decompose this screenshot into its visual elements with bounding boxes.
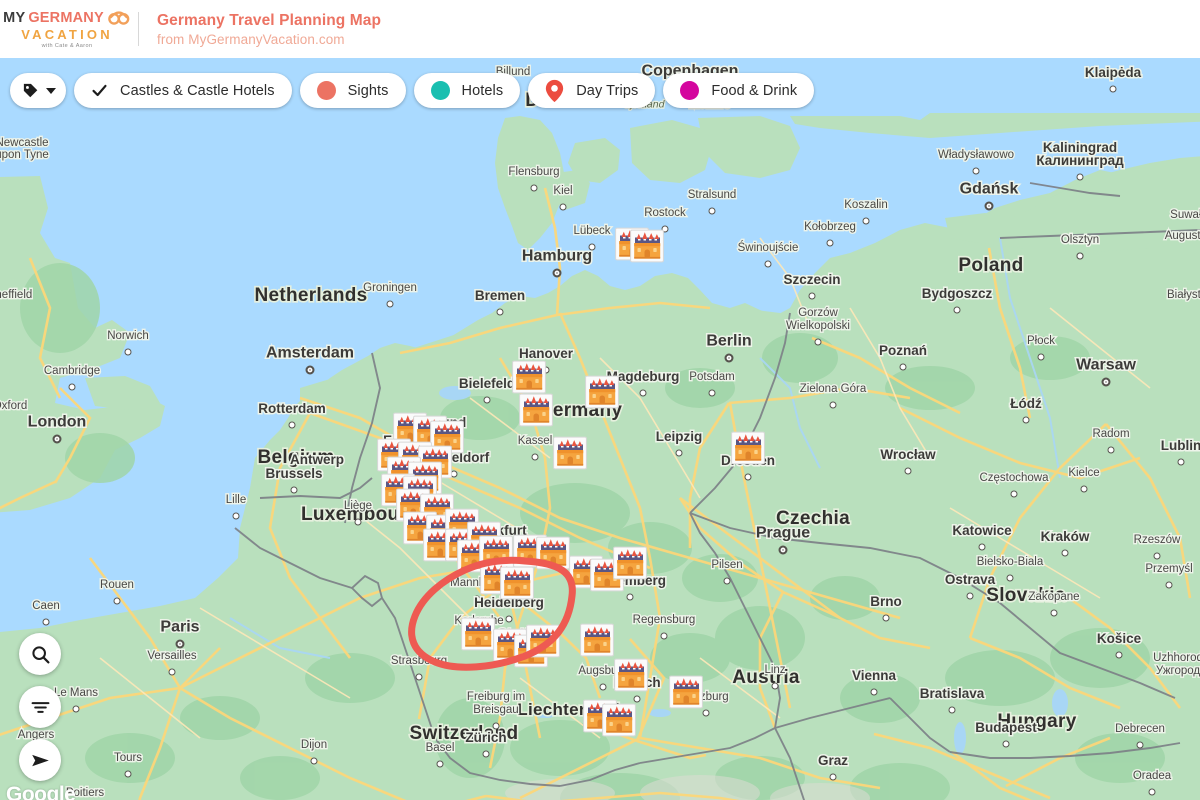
filter-chip-day-trips-label: Day Trips [576, 83, 638, 99]
filter-chip-castles-label: Castles & Castle Hotels [120, 83, 275, 99]
filter-chip-sights-label: Sights [348, 83, 389, 99]
app-header: MY GERMANY VACATION with Cate & Aaron Ge… [0, 0, 1200, 58]
chevron-down-icon [46, 88, 56, 94]
google-attribution: Google [6, 783, 75, 800]
food-drink-color-dot [680, 81, 699, 100]
share-button[interactable] [19, 739, 61, 781]
castle-marker[interactable] [580, 624, 614, 657]
castle-marker[interactable] [461, 618, 495, 651]
filter-chip-day-trips[interactable]: Day Trips [528, 73, 655, 108]
castle-marker[interactable] [585, 376, 619, 409]
site-logo[interactable]: MY GERMANY VACATION with Cate & Aaron [8, 9, 126, 49]
castle-marker[interactable] [613, 547, 647, 580]
sights-color-dot [317, 81, 336, 100]
castle-marker[interactable] [519, 394, 553, 427]
map-controls[interactable] [19, 633, 61, 781]
castle-marker[interactable] [630, 230, 664, 263]
filter-chip-sights[interactable]: Sights [300, 73, 406, 108]
tag-dropdown-button[interactable] [10, 73, 66, 108]
map-basemap [0, 58, 1200, 800]
castle-marker[interactable] [602, 704, 636, 737]
logo-vacation-text: VACATION [21, 27, 113, 42]
logo-subtitle: with Cate & Aaron [42, 43, 93, 49]
castle-marker[interactable] [614, 659, 648, 692]
filter-chip-food-drink-label: Food & Drink [711, 83, 797, 99]
filter-chip-hotels[interactable]: Hotels [414, 73, 521, 108]
filter-chip-food-drink[interactable]: Food & Drink [663, 73, 814, 108]
logo-germany-text: GERMANY [28, 10, 104, 26]
castle-marker[interactable] [536, 537, 570, 570]
logo-my-text: MY [3, 10, 25, 26]
castle-marker[interactable] [553, 437, 587, 470]
filter-icon [30, 697, 51, 718]
search-icon [30, 644, 51, 665]
map-filter-bar[interactable]: Castles & Castle Hotels Sights Hotels Da… [10, 73, 814, 108]
castle-marker[interactable] [512, 361, 546, 394]
page-subtitle: from MyGermanyVacation.com [157, 32, 381, 47]
header-text-block: Germany Travel Planning Map from MyGerma… [157, 12, 381, 47]
map-pin-icon [545, 79, 564, 103]
hotels-color-dot [431, 81, 450, 100]
castle-marker[interactable] [669, 676, 703, 709]
search-button[interactable] [19, 633, 61, 675]
header-divider [138, 12, 139, 46]
check-icon [91, 82, 108, 99]
filter-chip-hotels-label: Hotels [462, 83, 504, 99]
filter-chip-castles[interactable]: Castles & Castle Hotels [74, 73, 292, 108]
castle-marker[interactable] [500, 567, 534, 600]
send-icon [30, 750, 51, 771]
pretzel-icon [107, 9, 131, 27]
castle-marker[interactable] [526, 625, 560, 658]
castle-marker[interactable] [731, 432, 765, 465]
page-title: Germany Travel Planning Map [157, 12, 381, 30]
logo-top-row: MY GERMANY [3, 9, 131, 27]
filter-button[interactable] [19, 686, 61, 728]
tag-icon [22, 82, 39, 99]
map-canvas[interactable]: NetherlandsBelgiumLuxembourgGermanyPolan… [0, 58, 1200, 800]
